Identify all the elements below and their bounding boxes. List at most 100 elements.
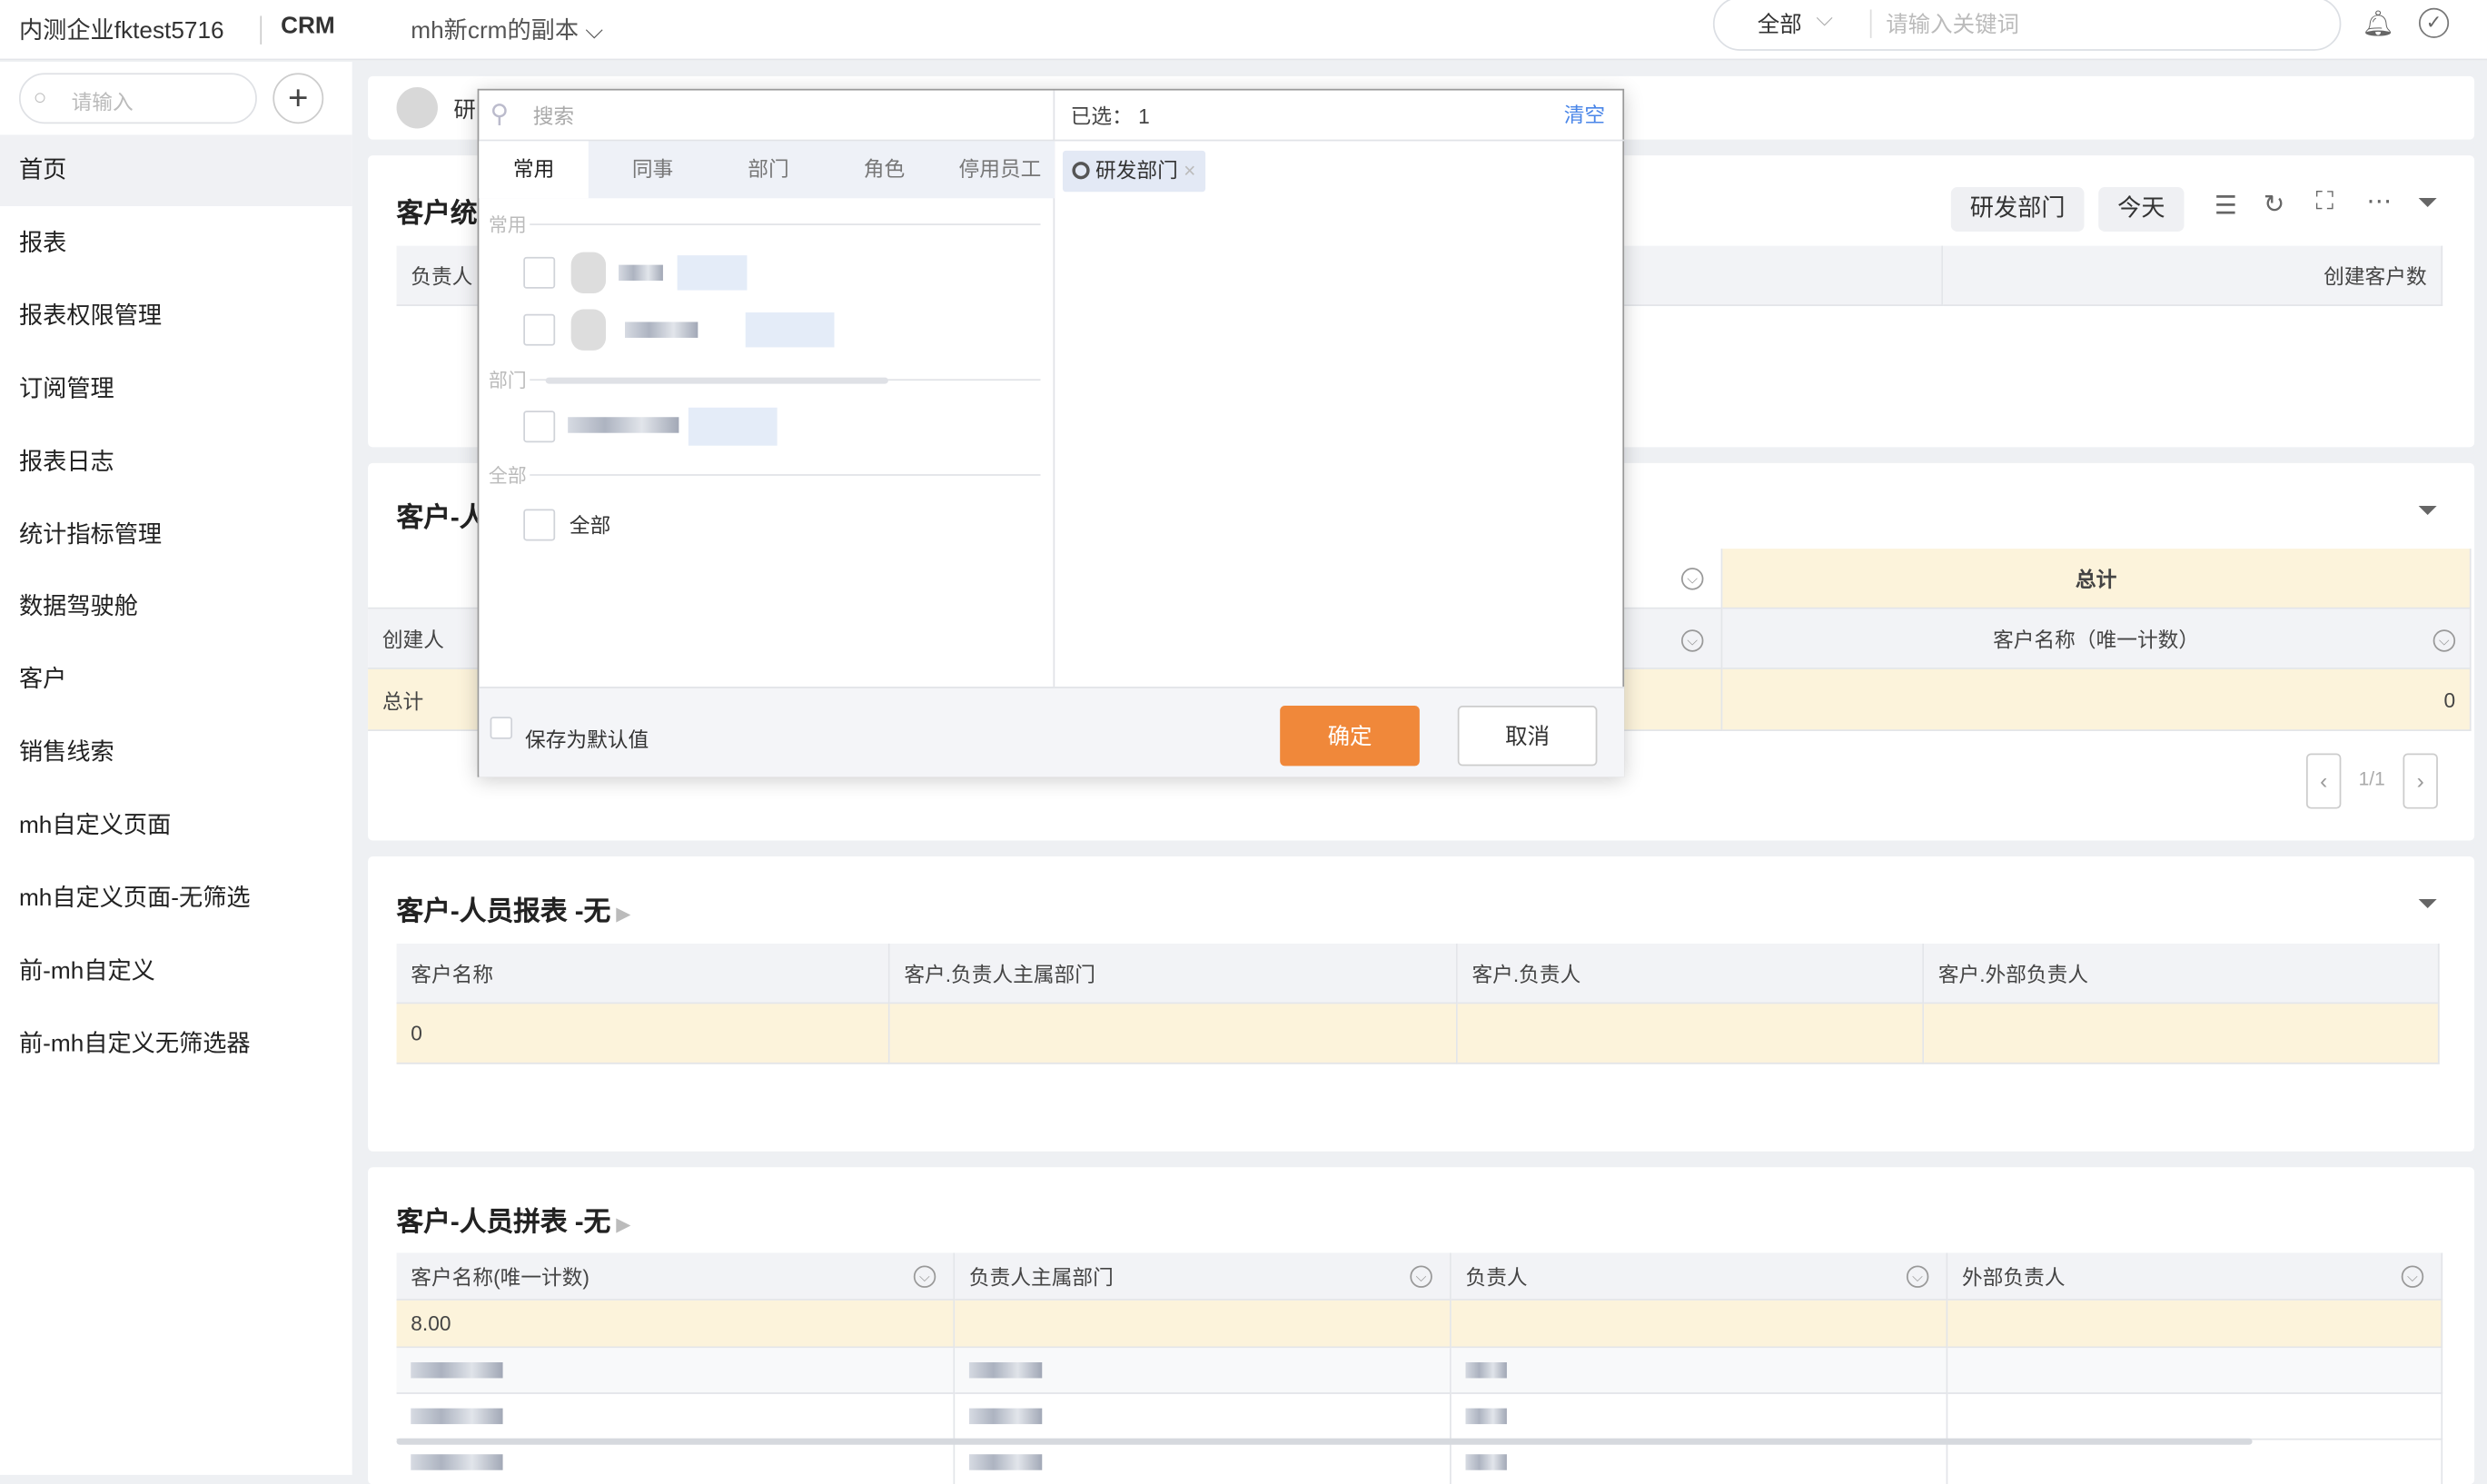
member-name-blurred	[625, 322, 699, 338]
filter-icon[interactable]: ⏷	[2417, 498, 2437, 526]
checkbox[interactable]	[523, 256, 556, 289]
card-title: 客户-人员拼表 -无 ▶	[397, 1199, 631, 1239]
tab[interactable]: 常用	[479, 141, 589, 199]
column-header: 客户.负责人	[1457, 943, 1925, 1004]
clear-link[interactable]: 清空	[1564, 98, 1605, 128]
sidebar-item[interactable]: 前-mh自定义无筛选器	[0, 1008, 352, 1080]
total-value: 0	[2443, 687, 2456, 712]
card-title: 客户-人	[396, 502, 487, 533]
column-header: 客户名称(唯一计数)	[396, 1252, 956, 1301]
add-button[interactable]: +	[272, 73, 324, 124]
sidebar: ○ 请输入 + 首页 报表 报表权限管理 订阅管理 报表日志 统计指标管理 数据驾驶舱 客户销…	[0, 62, 352, 1475]
chevron-circle-icon[interactable]: ⌵	[1680, 568, 1704, 590]
sidebar-item[interactable]: 订阅管理	[0, 353, 352, 425]
tab[interactable]: 停用员工	[942, 141, 1057, 198]
tab[interactable]: 同事	[595, 141, 710, 198]
bell-icon[interactable]: 🔔︎	[2362, 8, 2393, 40]
table-cell	[889, 1004, 1458, 1064]
chevron-circle-icon[interactable]: ⌵	[1906, 1265, 1929, 1288]
total-value-cell: 0	[1722, 668, 2472, 731]
fullscreen-icon[interactable]: ⛶	[2315, 189, 2333, 217]
workspace-label: mh新crm的副本	[411, 17, 580, 45]
scrollbar[interactable]	[545, 377, 888, 384]
picker-left-panel: 常用 同事 部门 角色 停用员工 常用 部门 全部 全部	[479, 141, 1057, 688]
chevron-circle-icon[interactable]: ⌵	[1680, 629, 1704, 652]
caret-right-icon[interactable]: ▶	[610, 1213, 630, 1235]
table-cell	[396, 1393, 956, 1440]
cancel-button[interactable]: 取消	[1457, 706, 1598, 767]
sidebar-item[interactable]: 数据驾驶舱	[0, 571, 352, 643]
chevron-circle-icon[interactable]: ⌵	[2401, 1265, 2424, 1288]
keyword-input[interactable]: 请输入关键词	[1886, 8, 2019, 40]
global-search[interactable]: 全部 ⌵ 请输入关键词	[1712, 0, 2342, 51]
sidebar-item[interactable]: 报表日志	[0, 426, 352, 498]
chevron-circle-icon[interactable]: ⌵	[913, 1265, 936, 1288]
list-icon[interactable]: ☰	[2215, 191, 2237, 223]
column-header: 负责人主属部门	[955, 1252, 1452, 1301]
blurred-value	[411, 1408, 503, 1425]
tab[interactable]: 角色	[827, 141, 942, 198]
sidebar-item[interactable]: 前-mh自定义	[0, 935, 352, 1007]
sidebar-item[interactable]: 报表	[0, 208, 352, 280]
table-cell	[1947, 1393, 2443, 1440]
checkbox[interactable]	[523, 313, 556, 346]
scope-select[interactable]: 全部	[1758, 8, 1802, 40]
save-default-checkbox[interactable]	[490, 717, 513, 739]
sidebar-item[interactable]: mh自定义页面	[0, 790, 352, 862]
sidebar-item[interactable]: mh自定义页面-无筛选	[0, 863, 352, 935]
selected-count: 已选： 1	[1071, 100, 1150, 130]
sidebar-item[interactable]: 销售线索	[0, 717, 352, 789]
prev-page-button[interactable]: ‹	[2305, 753, 2342, 809]
section-common: 常用	[488, 213, 527, 237]
chevron-circle-icon[interactable]: ⌵	[2433, 629, 2456, 652]
sidebar-item[interactable]: 报表权限管理	[0, 281, 352, 352]
filter-icon[interactable]: ⏷	[2417, 891, 2437, 919]
column-label: 负责人	[1465, 1265, 1528, 1290]
table-cell	[955, 1393, 1452, 1440]
sidebar-item[interactable]: 统计指标管理	[0, 499, 352, 570]
filter-icon[interactable]: ⏷	[2417, 191, 2437, 219]
row-creator: 创建人	[381, 628, 444, 652]
checkbox[interactable]	[523, 411, 556, 443]
sidebar-item[interactable]: 客户	[0, 644, 352, 716]
blurred-value	[1465, 1454, 1507, 1470]
table-cell	[1947, 1348, 2443, 1394]
dept-filter-chip[interactable]: 研发部门	[1950, 187, 2085, 232]
more-icon[interactable]: ⋯	[2366, 185, 2392, 217]
picker-tabs: 常用 同事 部门 角色 停用员工	[479, 141, 1057, 199]
filter-label[interactable]: 研	[453, 94, 475, 125]
sidebar-item[interactable]: 首页	[0, 134, 352, 207]
caret-right-icon[interactable]: ▶	[610, 903, 630, 925]
section-dept: 部门	[488, 369, 527, 392]
column-label: 负责人主属部门	[968, 1265, 1114, 1290]
sidebar-search-input[interactable]: ○ 请输入	[18, 73, 257, 124]
confirm-button[interactable]: 确定	[1280, 706, 1420, 767]
date-filter-chip[interactable]: 今天	[2098, 187, 2185, 232]
column-header: 负责人	[1451, 1252, 1948, 1301]
app-name[interactable]: CRM	[281, 13, 335, 40]
all-checkbox[interactable]	[523, 509, 556, 541]
tab[interactable]: 部门	[710, 141, 826, 198]
picker-search-input[interactable]: ⚲ 搜索	[479, 90, 1055, 142]
avatar	[570, 252, 607, 294]
blurred-value	[968, 1408, 1043, 1425]
table-cell: 0	[396, 1004, 890, 1064]
blurred-value	[1465, 1361, 1507, 1379]
chevron-circle-icon[interactable]: ⌵	[1410, 1265, 1432, 1288]
close-icon[interactable]: ×	[1184, 159, 1195, 183]
all-option-label[interactable]: 全部	[570, 510, 610, 539]
workspace-switcher[interactable]: mh新crm的副本 ⌵	[411, 13, 603, 46]
save-default-label[interactable]: 保存为默认值	[525, 723, 649, 753]
next-page-button[interactable]: ›	[2403, 753, 2438, 809]
summary-cell	[1451, 1300, 1948, 1349]
blurred-value	[968, 1454, 1043, 1470]
top-bar: 内测企业fktest5716 CRM mh新crm的副本 ⌵ 全部 ⌵ 请输入关…	[0, 0, 2487, 61]
refresh-icon[interactable]: ↻	[2264, 189, 2284, 221]
table-header: 客户名称（唯一计数）	[1722, 608, 2472, 669]
check-circle-icon[interactable]: ✓	[2418, 7, 2450, 38]
horizontal-scrollbar[interactable]	[396, 1438, 2253, 1445]
summary-cell	[955, 1300, 1452, 1349]
dept-name-blurred	[568, 417, 679, 433]
member-name-blurred	[619, 264, 663, 282]
chevron-down-icon: ⌵	[1816, 5, 1833, 31]
